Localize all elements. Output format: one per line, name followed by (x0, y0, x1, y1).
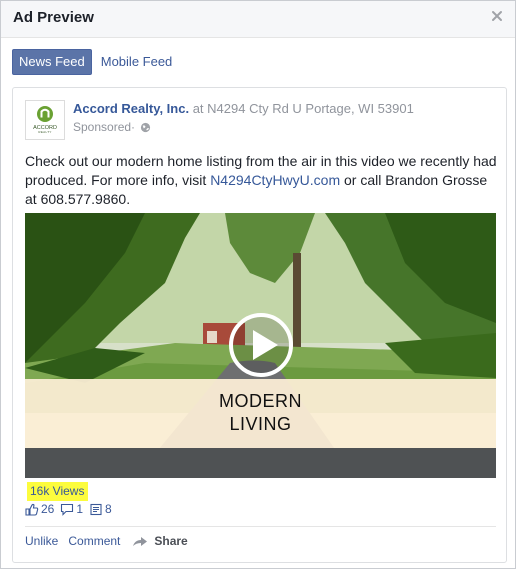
likes-count: 26 (41, 502, 55, 516)
post-location: N4294 Cty Rd U Portage, WI 53901 (207, 101, 414, 116)
sponsored-label: Sponsored (73, 120, 132, 134)
unlike-link[interactable]: Unlike (25, 534, 58, 548)
comment-icon (61, 503, 74, 516)
post-actions: Unlike Comment Share (25, 534, 188, 548)
like-icon (25, 503, 39, 516)
shares-count: 8 (105, 502, 112, 516)
likes-stat[interactable]: 26 (25, 502, 54, 516)
video-player[interactable]: MODERN LIVING (25, 213, 496, 478)
tab-mobile-feed[interactable]: Mobile Feed (95, 50, 179, 74)
share-count-icon (90, 503, 102, 515)
engagement-stats: 26 1 8 (25, 502, 118, 516)
logo-subtext: REALTY (38, 130, 52, 134)
preview-tabs: News Feed Mobile Feed (12, 49, 178, 75)
dialog-header: Ad Preview (1, 1, 515, 38)
video-title-banner: MODERN LIVING (25, 379, 496, 448)
share-label: Share (154, 534, 188, 548)
sponsored-line: Sponsored · (73, 120, 151, 134)
comment-link[interactable]: Comment (68, 534, 120, 548)
ad-post-card: ACCORD REALTY Accord Realty, Inc. at N42… (12, 87, 507, 563)
share-button[interactable]: Share (132, 534, 188, 548)
dialog-title: Ad Preview (13, 9, 94, 26)
website-link[interactable]: N4294CtyHwyU.com (210, 172, 340, 188)
ad-preview-dialog: Ad Preview News Feed Mobile Feed ACCORD … (0, 0, 516, 569)
banner-line-1: MODERN (219, 391, 302, 411)
sponsored-separator: · (131, 120, 136, 134)
page-logo[interactable]: ACCORD REALTY (25, 100, 65, 140)
post-header-line: Accord Realty, Inc. at N4294 Cty Rd U Po… (73, 101, 414, 116)
post-body-text: Check out our modern home listing from t… (25, 152, 499, 209)
actions-divider (25, 526, 496, 527)
location-prefix: at (189, 101, 208, 116)
share-arrow-icon (133, 537, 148, 546)
comments-stat[interactable]: 1 (60, 502, 83, 516)
comments-count: 1 (76, 502, 84, 516)
banner-line-2: LIVING (229, 414, 292, 434)
play-icon[interactable] (228, 312, 294, 378)
globe-icon (140, 122, 151, 132)
tab-news-feed[interactable]: News Feed (12, 49, 92, 75)
shares-stat[interactable]: 8 (89, 502, 112, 516)
page-name-link[interactable]: Accord Realty, Inc. (73, 101, 189, 116)
close-icon[interactable] (490, 9, 504, 23)
video-views-count: 16k Views (27, 482, 89, 501)
